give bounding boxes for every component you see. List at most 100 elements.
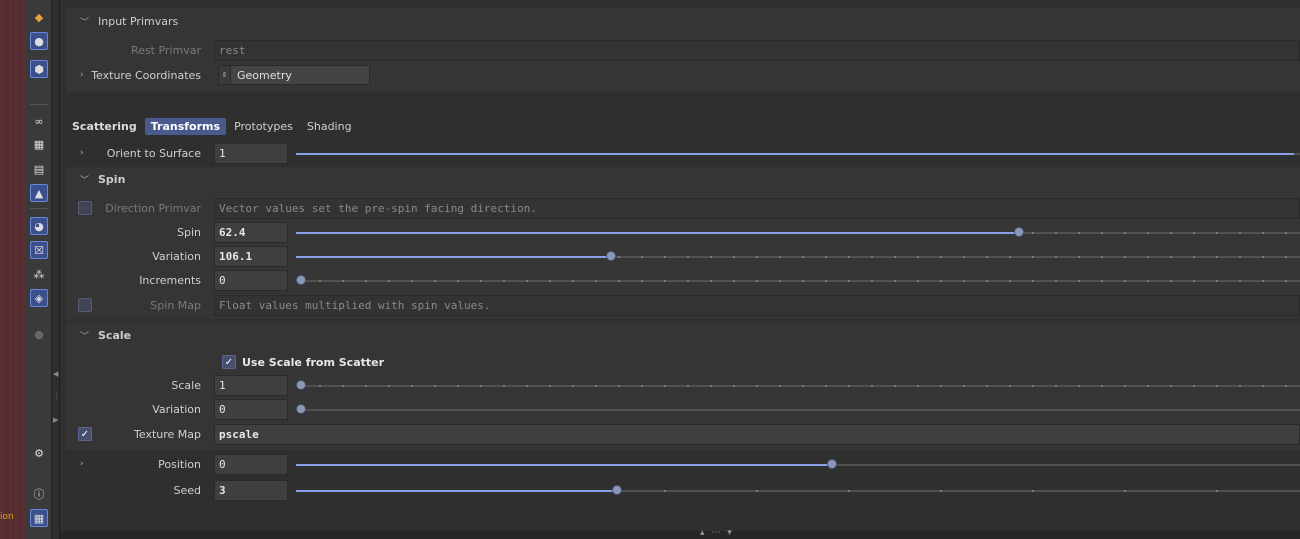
texture-map-checkbox[interactable]: ✓ — [78, 427, 92, 441]
slider-tick — [1147, 279, 1149, 282]
slider-handle[interactable] — [606, 250, 616, 261]
slider-tick — [1147, 255, 1149, 258]
slider-tick — [1262, 279, 1264, 282]
shapes-icon[interactable]: ◕ — [30, 217, 48, 235]
panel-splitter[interactable]: ◀ ⋮ ▶ — [52, 0, 60, 539]
seed-field[interactable]: 3 — [214, 479, 288, 501]
spin-header[interactable]: ﹀ Spin — [66, 167, 1300, 191]
slider-fill — [296, 489, 615, 492]
crossed-box-icon[interactable]: ☒ — [30, 241, 48, 259]
film-icon[interactable]: ▦ — [30, 135, 48, 153]
cube-icon[interactable]: ⬢ — [30, 60, 48, 78]
texture-map-field[interactable]: pscale — [214, 423, 1300, 445]
slider-track[interactable] — [296, 279, 1300, 282]
chevron-down-icon: ﹀ — [80, 331, 90, 342]
seed-label: Seed — [173, 483, 202, 497]
spin-field[interactable]: 62.4 — [214, 221, 288, 243]
use-scale-from-scatter-toggle[interactable]: ✓ Use Scale from Scatter — [222, 355, 384, 369]
texture-coordinates-select[interactable]: ⇕ Geometry — [218, 65, 370, 85]
sphere-icon[interactable]: ● — [30, 325, 48, 343]
slider-tick — [526, 384, 528, 387]
scale-variation-field[interactable]: 0 — [214, 398, 288, 420]
slider-tick — [1055, 279, 1057, 282]
glasses-icon[interactable]: ∞ — [30, 112, 48, 130]
slider-tick — [526, 279, 528, 282]
seed-slider[interactable] — [296, 480, 1300, 501]
slider-tick — [710, 279, 712, 282]
slider-tick — [1239, 279, 1241, 282]
slider-handle[interactable] — [296, 379, 306, 390]
slider-tick — [779, 255, 781, 258]
slider-tick — [1262, 384, 1264, 387]
orient-to-surface-label: Orient to Surface — [106, 146, 201, 160]
slider-tick — [1055, 384, 1057, 387]
spin-variation-field[interactable]: 106.1 — [214, 245, 288, 267]
nodes-icon[interactable]: ⁂ — [30, 265, 48, 283]
direction-primvar-field[interactable]: Vector values set the pre-spin facing di… — [214, 197, 1300, 219]
scale-field[interactable]: 1 — [214, 374, 288, 396]
tab-bar: Scattering Transforms Prototypes Shading — [66, 116, 360, 136]
grid-icon[interactable]: ▦ — [30, 509, 48, 527]
direction-primvar-checkbox[interactable] — [78, 201, 92, 215]
left-toolbar: ◆ ● ⬢ ∞ ▦ ▤ ▲ ◕ ☒ ⁂ ◈ ● ⚙ ⓘ ▦ — [26, 0, 52, 539]
increments-field[interactable]: 0 — [214, 269, 288, 291]
position-slider[interactable] — [296, 454, 1300, 475]
chevron-right-icon[interactable]: › — [80, 148, 90, 158]
slider-tick — [1124, 255, 1126, 258]
slider-tick — [894, 255, 896, 258]
slider-tick — [756, 384, 758, 387]
spin-map-checkbox[interactable] — [78, 298, 92, 312]
spin-slider[interactable] — [296, 222, 1300, 243]
orient-to-surface-field[interactable]: 1 — [214, 142, 288, 164]
diamond-grid-icon[interactable]: ◈ — [30, 289, 48, 307]
slider-tick — [388, 279, 390, 282]
tab-prototypes[interactable]: Prototypes — [228, 118, 299, 135]
slider-tick — [825, 279, 827, 282]
light-diamond-icon[interactable]: ◆ — [30, 8, 48, 26]
scale-variation-label: Variation — [152, 402, 201, 416]
slider-tick — [733, 255, 735, 258]
rest-primvar-field[interactable]: rest — [214, 39, 1300, 61]
increments-slider[interactable] — [296, 270, 1300, 291]
slider-tick — [917, 255, 919, 258]
input-primvars-header[interactable]: ﹀ Input Primvars — [66, 9, 1300, 33]
slider-handle[interactable] — [827, 458, 837, 469]
slider-tick — [917, 279, 919, 282]
landscape-icon[interactable]: ▲ — [30, 184, 48, 202]
scale-variation-slider[interactable] — [296, 399, 1300, 420]
position-field[interactable]: 0 — [214, 453, 288, 475]
slider-tick — [549, 384, 551, 387]
splitter-grip-icon[interactable]: ⋮ — [53, 392, 60, 400]
slider-tick — [1216, 279, 1218, 282]
slider-track[interactable] — [296, 408, 1300, 411]
tab-transforms[interactable]: Transforms — [144, 117, 227, 135]
slider-tick — [572, 384, 574, 387]
slider-tick — [1124, 384, 1126, 387]
scale-header[interactable]: ﹀ Scale — [66, 323, 1300, 347]
chevron-right-icon[interactable]: › — [80, 70, 90, 80]
slider-handle[interactable] — [1014, 226, 1024, 237]
slider-tick — [1239, 231, 1241, 234]
slider-handle[interactable] — [612, 484, 622, 495]
orient-to-surface-slider[interactable] — [296, 143, 1300, 164]
collapse-left-icon[interactable]: ◀ — [53, 370, 58, 378]
spin-map-field[interactable]: Float values multiplied with spin values… — [214, 294, 1300, 316]
bulb-icon[interactable]: ● — [30, 32, 48, 50]
slider-handle[interactable] — [296, 403, 306, 414]
tab-shading[interactable]: Shading — [301, 118, 358, 135]
slider-tick — [595, 279, 597, 282]
slider-track[interactable] — [296, 384, 1300, 387]
expand-right-icon[interactable]: ▶ — [53, 416, 58, 424]
slider-handle[interactable] — [296, 274, 306, 285]
info-icon[interactable]: ⓘ — [30, 485, 48, 503]
spin-variation-slider[interactable] — [296, 246, 1300, 267]
checkmark-icon[interactable]: ✓ — [222, 355, 236, 369]
layers-icon[interactable]: ▤ — [30, 160, 48, 178]
grip-icon[interactable]: ▴ ⋯ ▾ — [700, 528, 734, 538]
settings-icon[interactable]: ⚙ — [30, 444, 48, 462]
slider-tick — [963, 384, 965, 387]
chevron-right-icon[interactable]: › — [80, 459, 90, 469]
scale-slider[interactable] — [296, 375, 1300, 396]
bottom-splitter[interactable]: ▴ ⋯ ▾ — [60, 528, 1300, 539]
tab-scattering[interactable]: Scattering — [66, 118, 143, 135]
